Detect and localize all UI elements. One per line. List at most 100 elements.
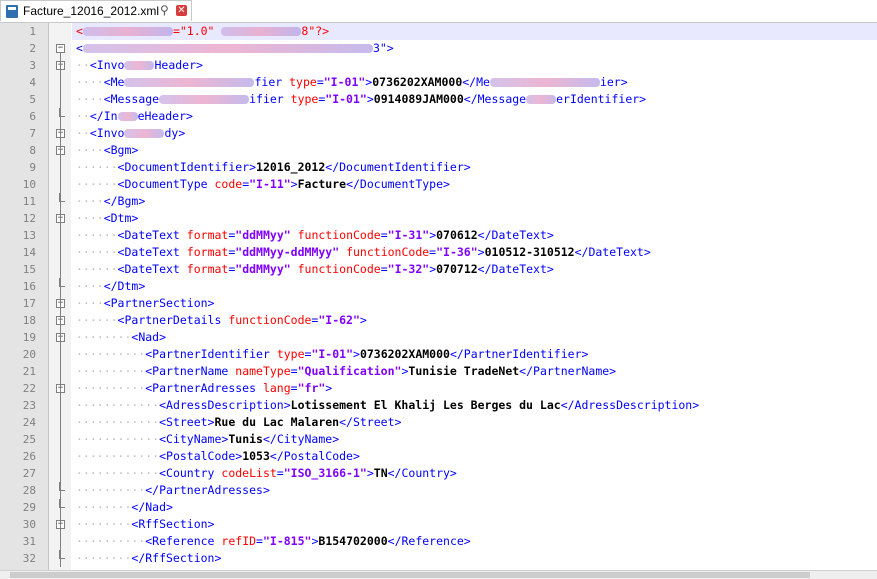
code-text[interactable]: ····<PartnerSection> <box>72 295 877 312</box>
code-text[interactable]: ········</Nad> <box>72 499 877 516</box>
line-number: 6 <box>29 110 36 123</box>
line-number: 31 <box>22 535 36 548</box>
code-line[interactable]: 25 ············<CityName>Tunis</CityName> <box>0 431 877 448</box>
code-line[interactable]: 16 ····</Dtm> <box>0 278 877 295</box>
code-text[interactable]: ··········<PartnerName nameType="Qualifi… <box>72 363 877 380</box>
code-line[interactable]: 8−····<Bgm> <box>0 142 877 159</box>
xml-tag: <PostalCode> <box>159 449 243 463</box>
code-text[interactable]: ··········<PartnerIdentifier type="I-01"… <box>72 346 877 363</box>
code-text[interactable]: ····</Dtm> <box>72 278 877 295</box>
code-text[interactable]: ····<Dtm> <box>72 210 877 227</box>
code-line[interactable]: 2− <3"> <box>0 40 877 57</box>
line-number: 17 <box>22 297 36 310</box>
code-line[interactable]: 4 ····<Me fier type="I-01">0736202XAM000</… <box>0 74 877 91</box>
xml-tag: </Bgm> <box>103 194 146 208</box>
code-line[interactable]: 11 ····</Bgm> <box>0 193 877 210</box>
line-number: 4 <box>29 76 36 89</box>
code-text[interactable]: ··<Invo Header> <box>72 57 877 74</box>
code-text[interactable]: ····<Bgm> <box>72 142 877 159</box>
code-text[interactable]: ········<RffSection> <box>72 516 877 533</box>
code-text[interactable]: ······<DateText format = "ddMMyy" function… <box>72 227 877 244</box>
xml-declaration: 8"?> <box>301 24 330 38</box>
indent-whitespace: ············ <box>76 398 160 412</box>
file-tab[interactable]: Facture_12016_2012.xml ⚲ ✕ <box>0 0 192 21</box>
line-number: 14 <box>22 246 36 259</box>
code-line[interactable]: 29 ········</Nad> <box>0 499 877 516</box>
code-text[interactable]: ··········<Reference refID="I-815">B1547… <box>72 533 877 550</box>
fold-toggle-icon[interactable]: − <box>56 44 65 53</box>
code-line[interactable]: 12−····<Dtm> <box>0 210 877 227</box>
code-text[interactable]: ············<AdressDescription>Lotisseme… <box>72 397 877 414</box>
code-line[interactable]: 13 ······<DateText format = "ddMMyy" functi… <box>0 227 877 244</box>
line-number: 13 <box>22 229 36 242</box>
line-number: 1 <box>29 25 36 38</box>
code-text[interactable]: ··<Invo dy> <box>72 125 877 142</box>
element-text: 0914089JAM000 <box>373 92 464 106</box>
code-text[interactable]: ······<DocumentIdentifier>12016_2012</Do… <box>72 159 877 176</box>
pin-icon[interactable]: ⚲ <box>160 3 169 17</box>
line-number: 23 <box>22 399 36 412</box>
indent-whitespace: ············ <box>76 432 160 446</box>
fold-guide-line <box>60 53 61 567</box>
code-line[interactable]: 32 ········</RffSection> <box>0 550 877 567</box>
code-line[interactable]: 17−····<PartnerSection> <box>0 295 877 312</box>
code-text[interactable]: ······<DateText format="ddMMyy-ddMMyy" f… <box>72 244 877 261</box>
code-text[interactable]: ······<DateText format = "ddMMyy" function… <box>72 261 877 278</box>
element-text: 010512-310512 <box>484 245 575 259</box>
code-text[interactable]: ············<PostalCode>1053</PostalCode… <box>72 448 877 465</box>
code-line[interactable]: 5 ····<Message ifier type="I-01">0914089JA… <box>0 91 877 108</box>
code-line[interactable]: 26 ············<PostalCode>1053</PostalCo… <box>0 448 877 465</box>
code-line[interactable]: 20 ··········<PartnerIdentifier type="I-0… <box>0 346 877 363</box>
code-text[interactable]: ············<CityName>Tunis</CityName> <box>72 431 877 448</box>
xml-attribute: functionCode <box>228 313 312 327</box>
code-line[interactable]: 19−········<Nad> <box>0 329 877 346</box>
code-line[interactable]: 28 ··········</PartnerAdresses> <box>0 482 877 499</box>
code-line[interactable]: 6 ··</In eHeader> <box>0 108 877 125</box>
code-editor[interactable]: 1 <="1.0" 8"?>2−<3">3−··<InvoHeader> 4 ····… <box>0 23 877 570</box>
code-line[interactable]: 23 ············<AdressDescription>Lotisse… <box>0 397 877 414</box>
code-text[interactable]: ······<DocumentType code="I-11">Facture<… <box>72 176 877 193</box>
code-line[interactable]: 7−··<Invody> <box>0 125 877 142</box>
code-text[interactable]: ······<PartnerDetails functionCode="I-62… <box>72 312 877 329</box>
xml-attribute: format <box>186 262 229 276</box>
code-line[interactable]: 21 ··········<PartnerName nameType="Quali… <box>0 363 877 380</box>
code-text[interactable]: ····<Me fier type="I-01">0736202XAM000</M… <box>72 74 877 91</box>
close-tab-icon[interactable]: ✕ <box>176 5 187 16</box>
code-text[interactable]: ····</Bgm> <box>72 193 877 210</box>
code-line[interactable]: 15 ······<DateText format = "ddMMyy" functi… <box>0 261 877 278</box>
xml-tag: <PartnerName <box>145 364 236 378</box>
code-line[interactable]: 14 ······<DateText format="ddMMyy-ddMMyy"… <box>0 244 877 261</box>
code-text[interactable]: ··</In eHeader> <box>72 108 877 125</box>
xml-tag: </PartnerAdresses> <box>145 483 270 497</box>
code-text[interactable]: ··········<PartnerAdresses lang="fr"> <box>72 380 877 397</box>
code-text[interactable]: <3"> <box>72 40 877 57</box>
code-line[interactable]: 1 < ="1.0" 8"?> <box>0 23 877 40</box>
code-text[interactable]: ········</RffSection> <box>72 550 877 567</box>
code-line[interactable]: 3−··<InvoHeader> <box>0 57 877 74</box>
code-text[interactable]: ············<Street>Rue du Lac Malaren</… <box>72 414 877 431</box>
xml-tag: <AdressDescription> <box>159 398 291 412</box>
code-line[interactable]: 30−········<RffSection> <box>0 516 877 533</box>
code-text[interactable]: ········<Nad> <box>72 329 877 346</box>
element-text: 1053 <box>242 449 270 463</box>
tab-filename[interactable]: Facture_12016_2012.xml <box>23 4 159 18</box>
code-text[interactable]: ············<Country codeList="ISO_3166-… <box>72 465 877 482</box>
line-number: 20 <box>22 348 36 361</box>
code-line[interactable]: 22−··········<PartnerAdresses lang="fr"> <box>0 380 877 397</box>
xml-tag: <Dtm> <box>103 211 139 225</box>
xml-tag: = <box>256 534 263 548</box>
code-text[interactable]: ····<Message ifier type="I-01">0914089JAM… <box>72 91 877 108</box>
attribute-value: "ddMMyy" <box>235 262 291 276</box>
code-text[interactable]: < ="1.0" 8"?> <box>72 23 877 40</box>
scrollbar-thumb[interactable] <box>10 572 810 578</box>
code-line[interactable]: 18−······<PartnerDetails functionCode="I… <box>0 312 877 329</box>
code-line[interactable]: 9 ······<DocumentIdentifier>12016_2012</D… <box>0 159 877 176</box>
code-line[interactable]: 27 ············<Country codeList="ISO_316… <box>0 465 877 482</box>
code-line[interactable]: 24 ············<Street>Rue du Lac Malaren… <box>0 414 877 431</box>
xml-tag: > <box>290 177 298 191</box>
code-line[interactable]: 10 ······<DocumentType code="I-11">Factur… <box>0 176 877 193</box>
indent-whitespace: ······ <box>76 160 118 174</box>
code-text[interactable]: ··········</PartnerAdresses> <box>72 482 877 499</box>
xml-tag: erIdentifier> <box>556 92 647 106</box>
code-line[interactable]: 31 ··········<Reference refID="I-815">B15… <box>0 533 877 550</box>
